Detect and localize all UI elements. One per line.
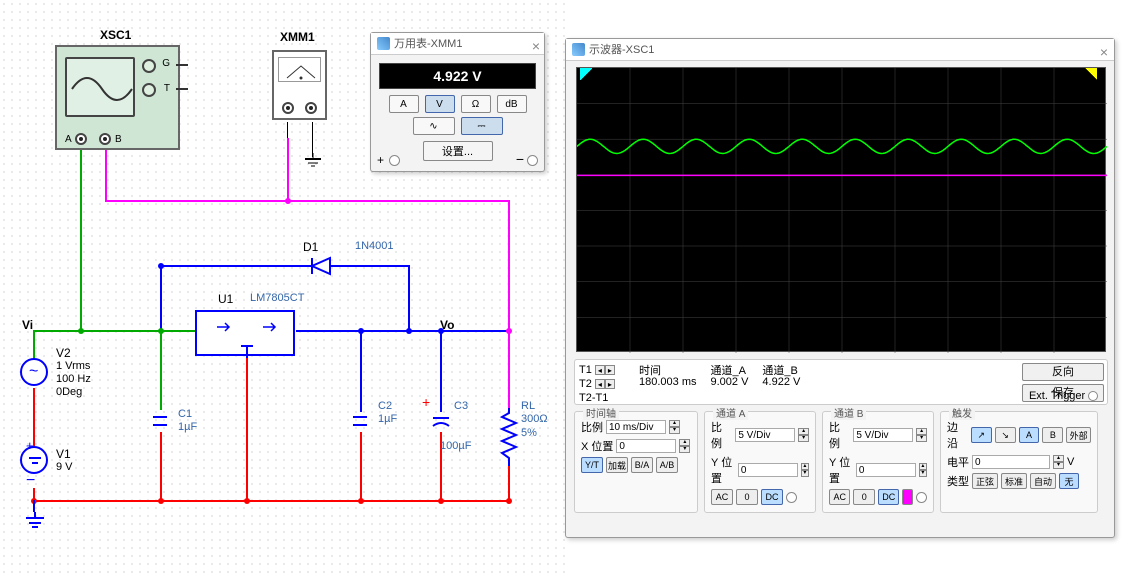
xsc1-port-a[interactable] bbox=[75, 133, 87, 145]
chb-ac-button[interactable]: AC bbox=[829, 489, 850, 505]
scope-display[interactable] bbox=[576, 67, 1106, 352]
d1-diode[interactable] bbox=[300, 254, 340, 278]
xsc1-knob-g[interactable] bbox=[142, 59, 156, 73]
trig-level-input[interactable] bbox=[972, 455, 1050, 469]
mode-v-button[interactable]: V bbox=[425, 95, 455, 113]
mode-ba-button[interactable]: B/A bbox=[631, 457, 653, 473]
u1-chip[interactable] bbox=[195, 310, 295, 356]
cha-0-button[interactable]: 0 bbox=[736, 489, 758, 505]
mode-ac-button[interactable]: ∿ bbox=[413, 117, 455, 135]
xmm1-screen-icon bbox=[278, 57, 321, 82]
close-button[interactable]: × bbox=[532, 35, 540, 57]
cha-terminal[interactable] bbox=[786, 492, 797, 503]
multimeter-window[interactable]: 万用表-XMM1 × 4.922 V A V Ω dB ∿ ⎓ 设置... + … bbox=[370, 32, 545, 172]
app-icon bbox=[572, 43, 585, 56]
xsc1-knob-t[interactable] bbox=[142, 83, 156, 97]
cha-panel: 通道 A 比例▴▾ Y 位置▴▾ AC 0 DC bbox=[704, 411, 816, 513]
chb-terminal[interactable] bbox=[916, 492, 927, 503]
mm-minus-terminal[interactable] bbox=[527, 155, 538, 166]
app-icon bbox=[377, 37, 390, 50]
edge-fall-button[interactable]: ↘ bbox=[995, 427, 1016, 443]
xsc1-instrument[interactable]: G T A B bbox=[55, 45, 180, 150]
vo-label: Vo bbox=[440, 318, 454, 332]
cha-scale-input[interactable] bbox=[735, 428, 795, 442]
mm-plus-terminal[interactable] bbox=[389, 155, 400, 166]
v1-label: V1 bbox=[56, 447, 71, 461]
type-std-button[interactable]: 标准 bbox=[1001, 473, 1027, 489]
c3-cap[interactable] bbox=[431, 410, 451, 436]
readout-panel: T1 ◂▸ T2 ◂▸ T2-T1 时间180.003 ms 通道_A9.002… bbox=[574, 359, 1108, 405]
mode-db-button[interactable]: dB bbox=[497, 95, 527, 113]
xsc1-port-b[interactable] bbox=[99, 133, 111, 145]
xmm1-ground bbox=[303, 153, 323, 169]
xmm1-instrument[interactable] bbox=[272, 50, 327, 120]
chb-panel: 通道 B 比例▴▾ Y 位置▴▾ AC 0 DC bbox=[822, 411, 934, 513]
settings-button[interactable]: 设置... bbox=[423, 141, 493, 161]
timebase-panel: 时间轴 比例▴▾ X 位置▴▾ Y/T 加载 B/A A/B bbox=[574, 411, 698, 513]
multimeter-display: 4.922 V bbox=[379, 63, 536, 89]
cursor-t1[interactable] bbox=[580, 68, 592, 80]
trig-b-button[interactable]: B bbox=[1042, 427, 1063, 443]
chb-ypos-input[interactable] bbox=[856, 463, 916, 477]
t2-left[interactable]: ◂ bbox=[595, 379, 605, 389]
t1-right[interactable]: ▸ bbox=[605, 365, 615, 375]
mode-add-button[interactable]: 加载 bbox=[606, 457, 628, 473]
multimeter-titlebar[interactable]: 万用表-XMM1 × bbox=[371, 33, 544, 55]
trigger-panel: 触发 边沿 ↗ ↘ A B 外部 电平▴▾V 类型 正弦 标准 自动 无 bbox=[940, 411, 1098, 513]
edge-rise-button[interactable]: ↗ bbox=[971, 427, 992, 443]
cursor-t2[interactable] bbox=[1085, 68, 1097, 80]
vi-label: Vi bbox=[22, 318, 33, 332]
mode-ohm-button[interactable]: Ω bbox=[461, 95, 491, 113]
t1-left[interactable]: ◂ bbox=[595, 365, 605, 375]
timebase-scale-input[interactable] bbox=[606, 420, 666, 434]
v2-label: V2 bbox=[56, 346, 71, 360]
type-none-button[interactable]: 无 bbox=[1059, 473, 1079, 489]
xsc1-screen-icon bbox=[65, 57, 135, 117]
c1-cap[interactable] bbox=[153, 410, 167, 434]
trig-a-button[interactable]: A bbox=[1019, 427, 1040, 443]
chb-dc-button[interactable]: DC bbox=[878, 489, 899, 505]
d1-label: D1 bbox=[303, 240, 318, 254]
close-button[interactable]: × bbox=[1100, 41, 1108, 63]
scope-titlebar[interactable]: 示波器-XSC1 × bbox=[566, 39, 1114, 61]
chb-scale-input[interactable] bbox=[853, 428, 913, 442]
t2-right[interactable]: ▸ bbox=[605, 379, 615, 389]
type-auto-button[interactable]: 自动 bbox=[1030, 473, 1056, 489]
xmm1-label: XMM1 bbox=[280, 30, 315, 44]
scope-window[interactable]: 示波器-XSC1 × T1 ◂▸ T2 ◂▸ bbox=[565, 38, 1115, 538]
v2-source[interactable]: ~ bbox=[20, 358, 48, 386]
xmm1-port-minus[interactable] bbox=[305, 102, 317, 114]
ext-trigger-port[interactable] bbox=[1088, 391, 1098, 401]
mode-yt-button[interactable]: Y/T bbox=[581, 457, 603, 473]
reverse-button[interactable]: 反向 bbox=[1022, 363, 1104, 381]
cha-ypos-input[interactable] bbox=[738, 463, 798, 477]
timebase-xpos-input[interactable] bbox=[616, 439, 676, 453]
xmm1-port-plus[interactable] bbox=[282, 102, 294, 114]
cha-ac-button[interactable]: AC bbox=[711, 489, 733, 505]
xsc1-label: XSC1 bbox=[100, 28, 131, 42]
chb-color-indicator bbox=[902, 489, 913, 505]
mode-ab-button[interactable]: A/B bbox=[656, 457, 678, 473]
type-sine-button[interactable]: 正弦 bbox=[972, 473, 998, 489]
mode-a-button[interactable]: A bbox=[389, 95, 419, 113]
c2-cap[interactable] bbox=[353, 410, 367, 434]
mode-dc-button[interactable]: ⎓ bbox=[461, 117, 503, 135]
u1-label: U1 bbox=[218, 292, 233, 306]
rl-resistor[interactable] bbox=[498, 408, 520, 466]
cha-dc-button[interactable]: DC bbox=[761, 489, 783, 505]
trig-ext-button[interactable]: 外部 bbox=[1066, 427, 1091, 443]
ground-symbol bbox=[24, 512, 46, 532]
scope-svg bbox=[577, 68, 1107, 353]
chb-0-button[interactable]: 0 bbox=[853, 489, 874, 505]
